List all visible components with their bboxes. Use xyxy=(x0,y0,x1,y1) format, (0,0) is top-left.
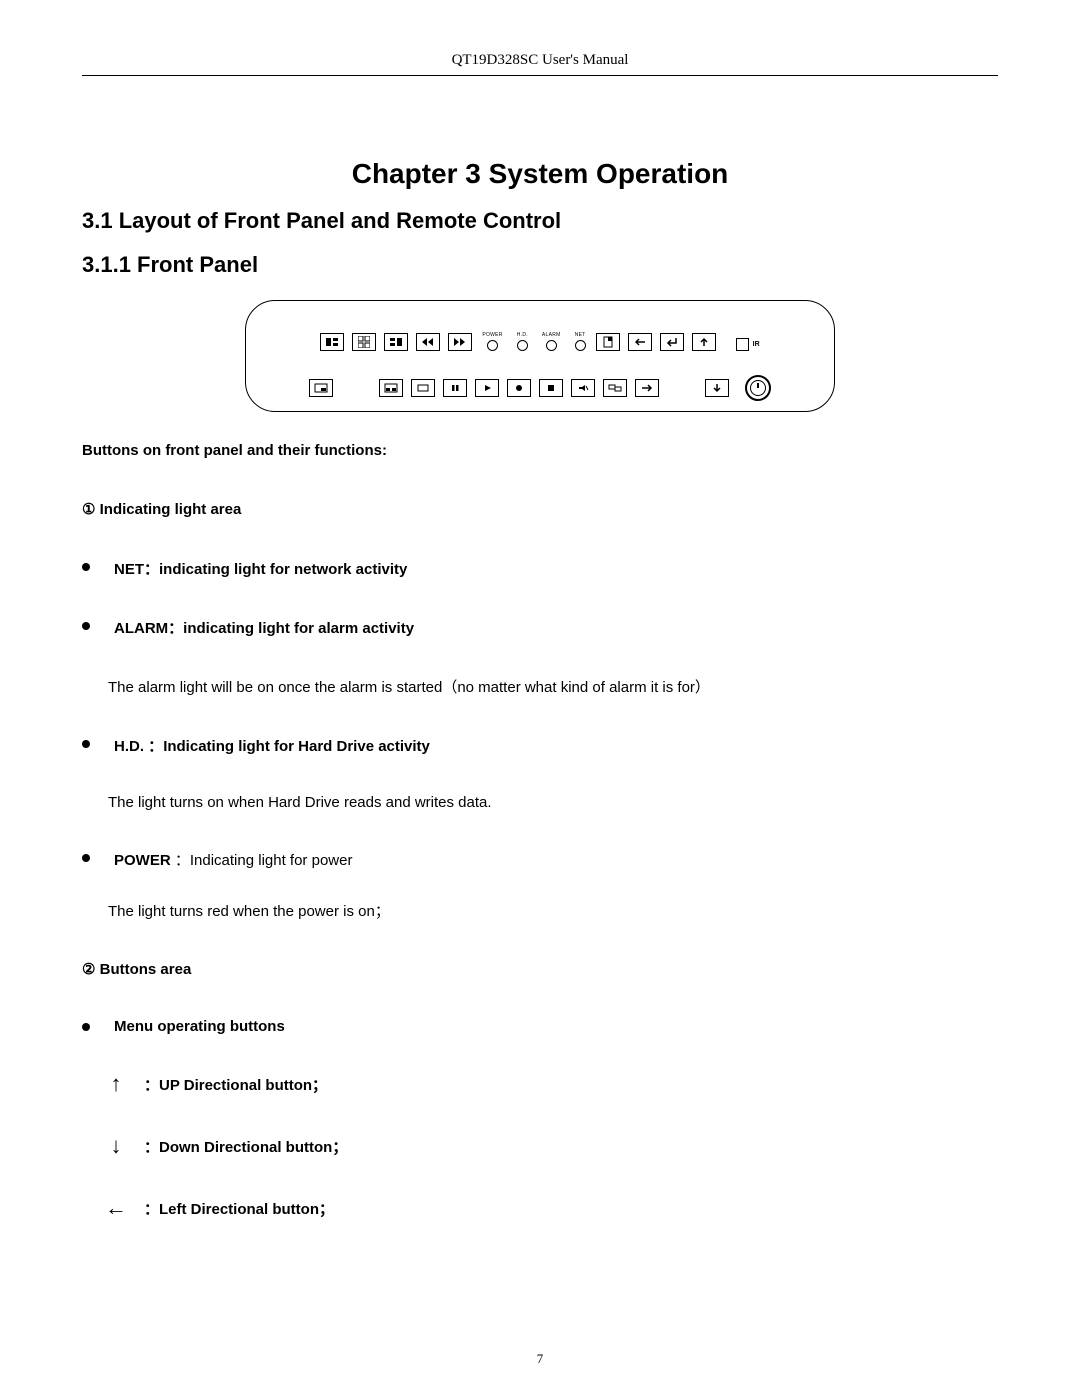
buttons-intro: Buttons on front panel and their functio… xyxy=(82,440,998,461)
rewind-button xyxy=(416,333,440,351)
front-panel-figure: POWER H.D. ALARM NET xyxy=(245,300,835,412)
dir-down-label: ：Down Directional button； xyxy=(144,1136,347,1157)
hd-led-label: H.D. xyxy=(517,333,528,338)
hd-label: H.D. xyxy=(114,738,148,755)
bullet-icon xyxy=(82,1023,90,1031)
dir-left-item: ← ：Left Directional button； xyxy=(104,1197,998,1219)
alarm-desc: indicating light for alarm activity xyxy=(183,620,414,637)
dir-down-item: ↓ ：Down Directional button； xyxy=(104,1135,998,1157)
power-item: POWER ：Indicating light for power xyxy=(82,849,998,870)
page-number: 7 xyxy=(0,1351,1080,1367)
bullet-icon xyxy=(82,563,90,571)
aspect-button xyxy=(411,379,435,397)
power-button xyxy=(745,375,771,401)
page-header: QT19D328SC User's Manual xyxy=(82,52,998,76)
alarm-led-label: ALARM xyxy=(542,333,561,338)
mute-button xyxy=(571,379,595,397)
net-led-label: NET xyxy=(575,333,586,338)
enter-button xyxy=(660,333,684,351)
power-desc: Indicating light for power xyxy=(190,852,353,869)
sep: ： xyxy=(168,620,183,637)
power-led: POWER xyxy=(482,333,502,351)
ir-box-icon xyxy=(736,338,749,351)
up-arrow-button xyxy=(692,333,716,351)
pip-toggle-button xyxy=(603,379,627,397)
dir-up-label: ：UP Directional button； xyxy=(144,1074,327,1095)
split2-button xyxy=(384,333,408,351)
record-button xyxy=(507,379,531,397)
front-panel-outline: POWER H.D. ALARM NET xyxy=(245,300,835,412)
grid-button xyxy=(352,333,376,351)
fast-forward-button xyxy=(448,333,472,351)
power-note: The light turns red when the power is on… xyxy=(108,900,998,921)
menu-ops-item: Menu operating buttons xyxy=(82,1018,998,1035)
pip-button xyxy=(309,379,333,397)
bullet-icon xyxy=(82,740,90,748)
panel-row-bottom xyxy=(260,375,820,401)
sep: ： xyxy=(144,561,159,578)
net-led: NET xyxy=(575,333,586,351)
left-arrow-icon: ← xyxy=(104,1197,128,1219)
pause-button xyxy=(443,379,467,397)
area1-heading: ① Indicating light area xyxy=(82,499,998,520)
net-desc: indicating light for network activity xyxy=(159,561,407,578)
panel-row-top: POWER H.D. ALARM NET xyxy=(260,325,820,351)
multi-pip-button xyxy=(379,379,403,397)
subsection-title: 3.1.1 Front Panel xyxy=(82,252,998,278)
section-title: 3.1 Layout of Front Panel and Remote Con… xyxy=(82,208,998,234)
split1-button xyxy=(320,333,344,351)
up-arrow-icon: ↑ xyxy=(104,1073,128,1095)
stop-button xyxy=(539,379,563,397)
hd-desc: Indicating light for Hard Drive activity xyxy=(163,738,430,755)
down-arrow-icon: ↓ xyxy=(104,1135,128,1157)
power-led-label: POWER xyxy=(482,333,502,338)
led-group: POWER H.D. ALARM NET xyxy=(482,333,585,351)
right-arrow-button xyxy=(635,379,659,397)
bullet-icon xyxy=(82,622,90,630)
dir-left-label: ：Left Directional button； xyxy=(144,1198,334,1219)
alarm-label: ALARM xyxy=(114,620,168,637)
bullet-icon xyxy=(82,854,90,862)
dir-up-item: ↑ ：UP Directional button； xyxy=(104,1073,998,1095)
menu-ops-label: Menu operating buttons xyxy=(114,1018,285,1035)
ir-label: IR xyxy=(753,341,760,348)
alarm-note: The alarm light will be on once the alar… xyxy=(108,676,998,697)
sep: ： xyxy=(148,738,163,755)
chapter-title: Chapter 3 System Operation xyxy=(82,158,998,190)
hd-note: The light turns on when Hard Drive reads… xyxy=(108,794,998,811)
sep: ： xyxy=(175,852,190,869)
alarm-item: ALARM：indicating light for alarm activit… xyxy=(82,617,998,638)
play-button xyxy=(475,379,499,397)
ir-receiver: IR xyxy=(736,338,760,351)
down-arrow-button xyxy=(705,379,729,397)
power-label: POWER xyxy=(114,852,175,869)
doc-button xyxy=(596,333,620,351)
hd-item: H.D. ：Indicating light for Hard Drive ac… xyxy=(82,735,998,756)
hd-led: H.D. xyxy=(517,333,528,351)
area2-heading: ② Buttons area xyxy=(82,959,998,980)
left-arrow-button xyxy=(628,333,652,351)
net-item: NET：indicating light for network activit… xyxy=(82,558,998,579)
alarm-led: ALARM xyxy=(542,333,561,351)
net-label: NET xyxy=(114,561,144,578)
